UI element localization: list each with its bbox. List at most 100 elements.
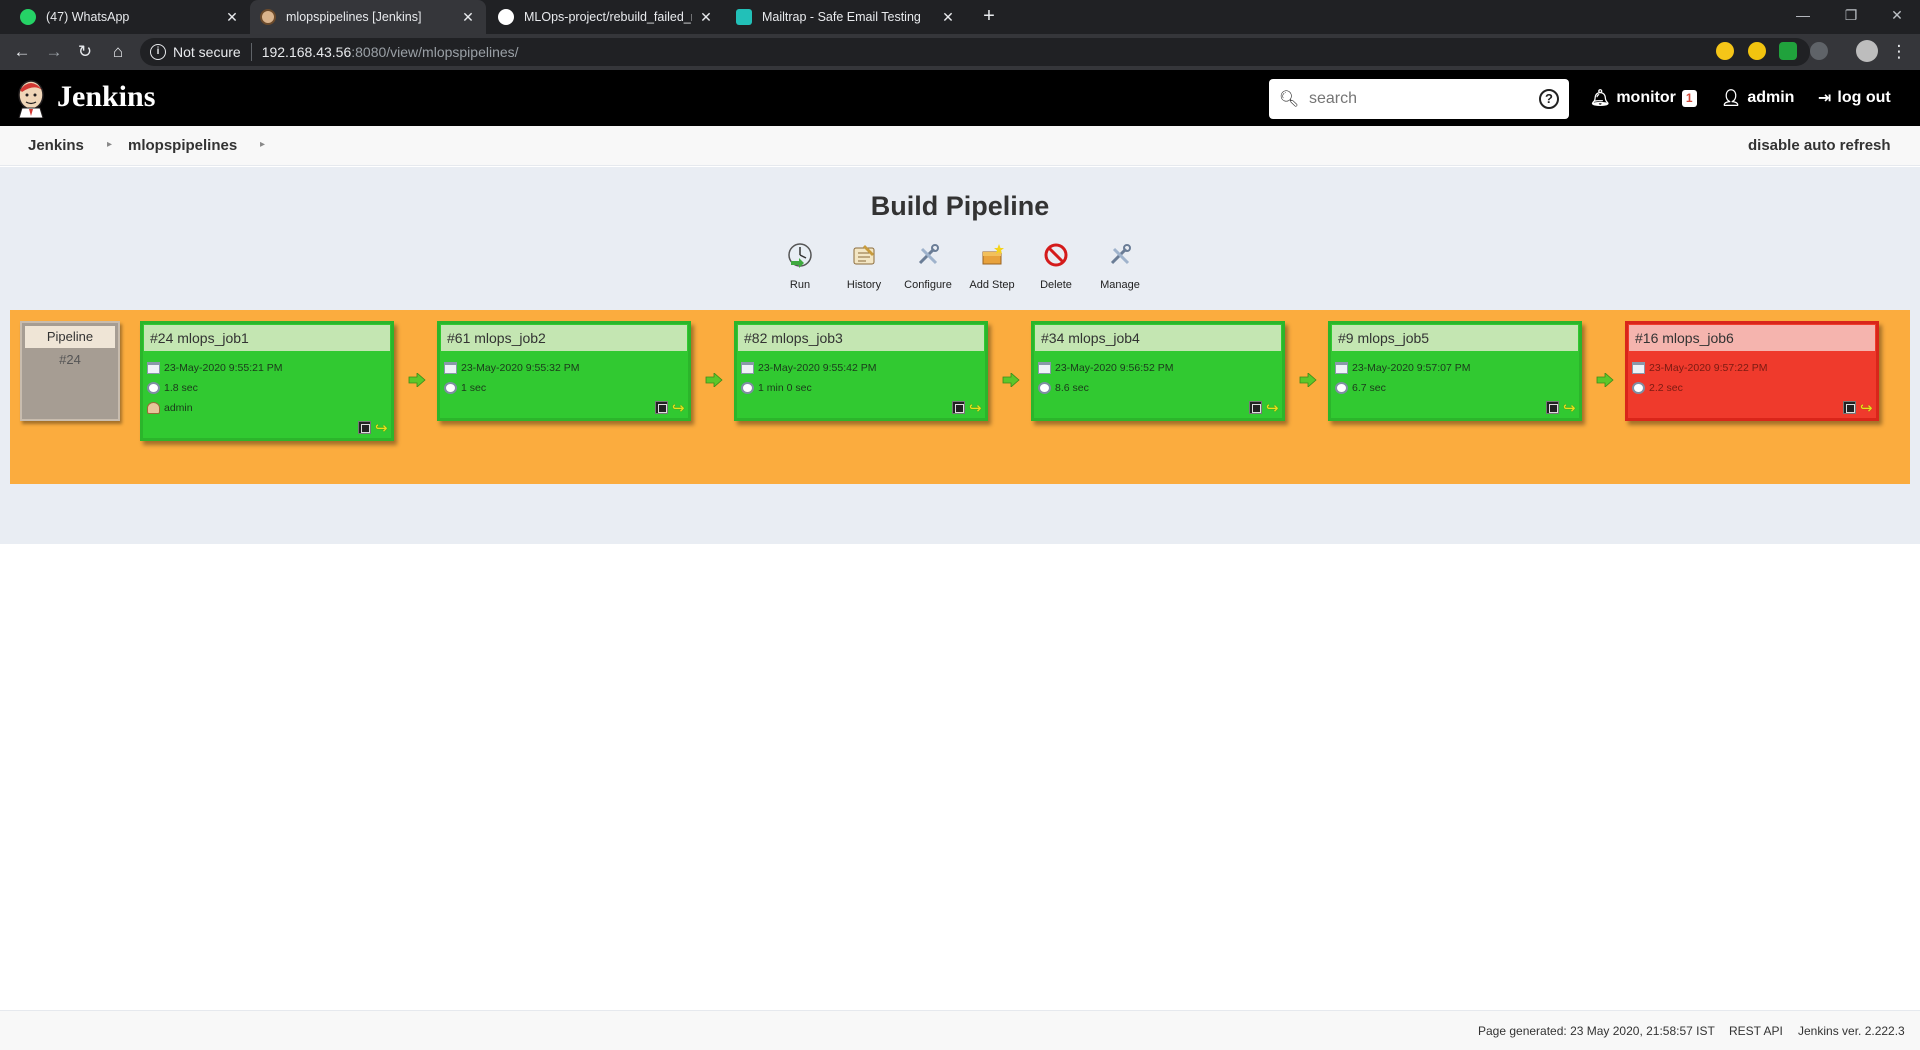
build-card-footer: ↪	[1034, 398, 1282, 418]
calendar-icon	[147, 362, 160, 374]
search-input[interactable]	[1309, 90, 1539, 108]
reload-icon[interactable]: ↻	[74, 41, 96, 63]
logout-label: log out	[1837, 89, 1891, 106]
pipeline-revision-box[interactable]: Pipeline #24	[20, 321, 120, 421]
build-date: 23-May-2020 9:56:52 PM	[1055, 362, 1174, 374]
breadcrumb-jenkins[interactable]: Jenkins	[28, 137, 84, 154]
manage-button[interactable]: Manage	[1090, 242, 1150, 291]
monitor-count-badge: 1	[1681, 89, 1697, 107]
build-title[interactable]: #34 mlops_job4	[1035, 325, 1281, 351]
forward-icon[interactable]: →	[43, 41, 65, 63]
mailtrap-icon	[736, 9, 752, 25]
build-card-job6[interactable]: #16 mlops_job6 23-May-2020 9:57:22 PM 2.…	[1625, 321, 1879, 421]
address-bar[interactable]: i Not secure 192.168.43.56 :8080/view/ml…	[140, 38, 1810, 66]
breadcrumb-chevron-icon[interactable]: ▸	[107, 139, 112, 150]
rerun-icon[interactable]: ↪	[1266, 401, 1282, 416]
browser-toolbar: ← → ↻ ⌂ i Not secure 192.168.43.56 :8080…	[0, 34, 1920, 70]
pipeline-arrow-icon	[408, 372, 426, 388]
home-icon[interactable]: ⌂	[107, 41, 129, 63]
pipeline-arrow-icon	[705, 372, 723, 388]
build-duration: 2.2 sec	[1649, 382, 1683, 394]
new-tab-button[interactable]: +	[977, 5, 1001, 29]
build-user-row: admin	[143, 398, 391, 418]
build-card-footer: ↪	[143, 418, 391, 438]
menu-icon[interactable]: ⋮	[1888, 41, 1910, 63]
clock-icon	[1632, 382, 1645, 394]
build-title[interactable]: #61 mlops_job2	[441, 325, 687, 351]
calendar-icon	[741, 362, 754, 374]
clock-icon	[1038, 382, 1051, 394]
console-icon[interactable]	[1546, 401, 1559, 414]
info-icon[interactable]: i	[150, 44, 166, 60]
manage-icon	[1110, 244, 1131, 265]
configure-icon	[918, 244, 939, 265]
extension-icon[interactable]	[1748, 42, 1766, 60]
build-date-row: 23-May-2020 9:55:32 PM	[440, 358, 688, 378]
close-tab-icon[interactable]: ✕	[940, 9, 956, 26]
build-date-row: 23-May-2020 9:57:07 PM	[1331, 358, 1579, 378]
delete-icon	[1044, 243, 1068, 267]
build-duration-row: 2.2 sec	[1628, 378, 1876, 398]
disable-auto-refresh-link[interactable]: disable auto refresh	[1748, 137, 1891, 154]
run-button[interactable]: Run	[770, 242, 830, 291]
build-card-job1[interactable]: #24 mlops_job1 23-May-2020 9:55:21 PM 1.…	[140, 321, 394, 441]
help-icon[interactable]: ?	[1539, 89, 1559, 109]
console-icon[interactable]	[1249, 401, 1262, 414]
add-step-button[interactable]: Add Step	[962, 242, 1022, 291]
breadcrumb-chevron-icon[interactable]: ▸	[260, 139, 265, 150]
build-card-job5[interactable]: #9 mlops_job5 23-May-2020 9:57:07 PM 6.7…	[1328, 321, 1582, 421]
user-link[interactable]: 👤︎ admin	[1721, 88, 1794, 108]
tab-github[interactable]: MLOps-project/rebuild_failed_no ✕	[488, 0, 724, 34]
user-icon: 👤︎	[1721, 90, 1742, 107]
user-label: admin	[1747, 89, 1795, 106]
build-card-job4[interactable]: #34 mlops_job4 23-May-2020 9:56:52 PM 8.…	[1031, 321, 1285, 421]
rerun-icon[interactable]: ↪	[375, 421, 391, 436]
console-icon[interactable]	[1843, 401, 1856, 414]
restore-icon[interactable]: ❐	[1828, 0, 1874, 34]
minimize-icon[interactable]: —	[1780, 0, 1826, 34]
extension-icon[interactable]	[1716, 42, 1734, 60]
monitor-link[interactable]: 🔔︎ monitor 1	[1590, 88, 1697, 108]
back-icon[interactable]: ←	[11, 41, 33, 63]
close-tab-icon[interactable]: ✕	[460, 9, 476, 26]
rerun-icon[interactable]: ↪	[672, 401, 688, 416]
close-tab-icon[interactable]: ✕	[698, 9, 714, 26]
tab-jenkins[interactable]: mlopspipelines [Jenkins] ✕	[250, 0, 486, 34]
build-title[interactable]: #16 mlops_job6	[1629, 325, 1875, 351]
history-button[interactable]: History	[834, 242, 894, 291]
console-icon[interactable]	[358, 421, 371, 434]
profile-avatar[interactable]	[1856, 40, 1878, 62]
rerun-icon[interactable]: ↪	[1563, 401, 1579, 416]
build-title[interactable]: #82 mlops_job3	[738, 325, 984, 351]
search-box[interactable]: 🔍︎ ?	[1269, 79, 1569, 119]
jenkins-logo-icon[interactable]	[14, 78, 48, 118]
rest-api-link[interactable]: REST API	[1729, 1024, 1783, 1038]
close-window-icon[interactable]: ✕	[1874, 0, 1920, 34]
build-title[interactable]: #9 mlops_job5	[1332, 325, 1578, 351]
build-duration: 1 sec	[461, 382, 487, 394]
build-date: 23-May-2020 9:55:42 PM	[758, 362, 877, 374]
close-tab-icon[interactable]: ✕	[224, 9, 240, 26]
tab-mailtrap[interactable]: Mailtrap - Safe Email Testing ✕	[726, 0, 966, 34]
breadcrumb-mlopspipelines[interactable]: mlopspipelines	[128, 137, 237, 154]
console-icon[interactable]	[952, 401, 965, 414]
tab-whatsapp[interactable]: (47) WhatsApp ✕	[10, 0, 250, 34]
build-card-footer: ↪	[1628, 398, 1876, 418]
browser-tabstrip: (47) WhatsApp ✕ mlopspipelines [Jenkins]…	[0, 0, 1920, 34]
pipeline-arrow-icon	[1299, 372, 1317, 388]
extension-icon[interactable]	[1779, 42, 1797, 60]
build-card-job3[interactable]: #82 mlops_job3 23-May-2020 9:55:42 PM 1 …	[734, 321, 988, 421]
jenkins-version-link[interactable]: Jenkins ver. 2.222.3	[1798, 1024, 1905, 1038]
delete-button[interactable]: Delete	[1026, 242, 1086, 291]
build-card-job2[interactable]: #61 mlops_job2 23-May-2020 9:55:32 PM 1 …	[437, 321, 691, 421]
page-title: Build Pipeline	[870, 191, 1050, 221]
console-icon[interactable]	[655, 401, 668, 414]
jenkins-title[interactable]: Jenkins	[57, 80, 155, 114]
logout-link[interactable]: ⇥ log out	[1818, 88, 1891, 108]
rerun-icon[interactable]: ↪	[969, 401, 985, 416]
configure-button[interactable]: Configure	[898, 242, 958, 291]
clock-icon	[1335, 382, 1348, 394]
build-title[interactable]: #24 mlops_job1	[144, 325, 390, 351]
extension-icon[interactable]	[1810, 42, 1828, 60]
rerun-icon[interactable]: ↪	[1860, 401, 1876, 416]
